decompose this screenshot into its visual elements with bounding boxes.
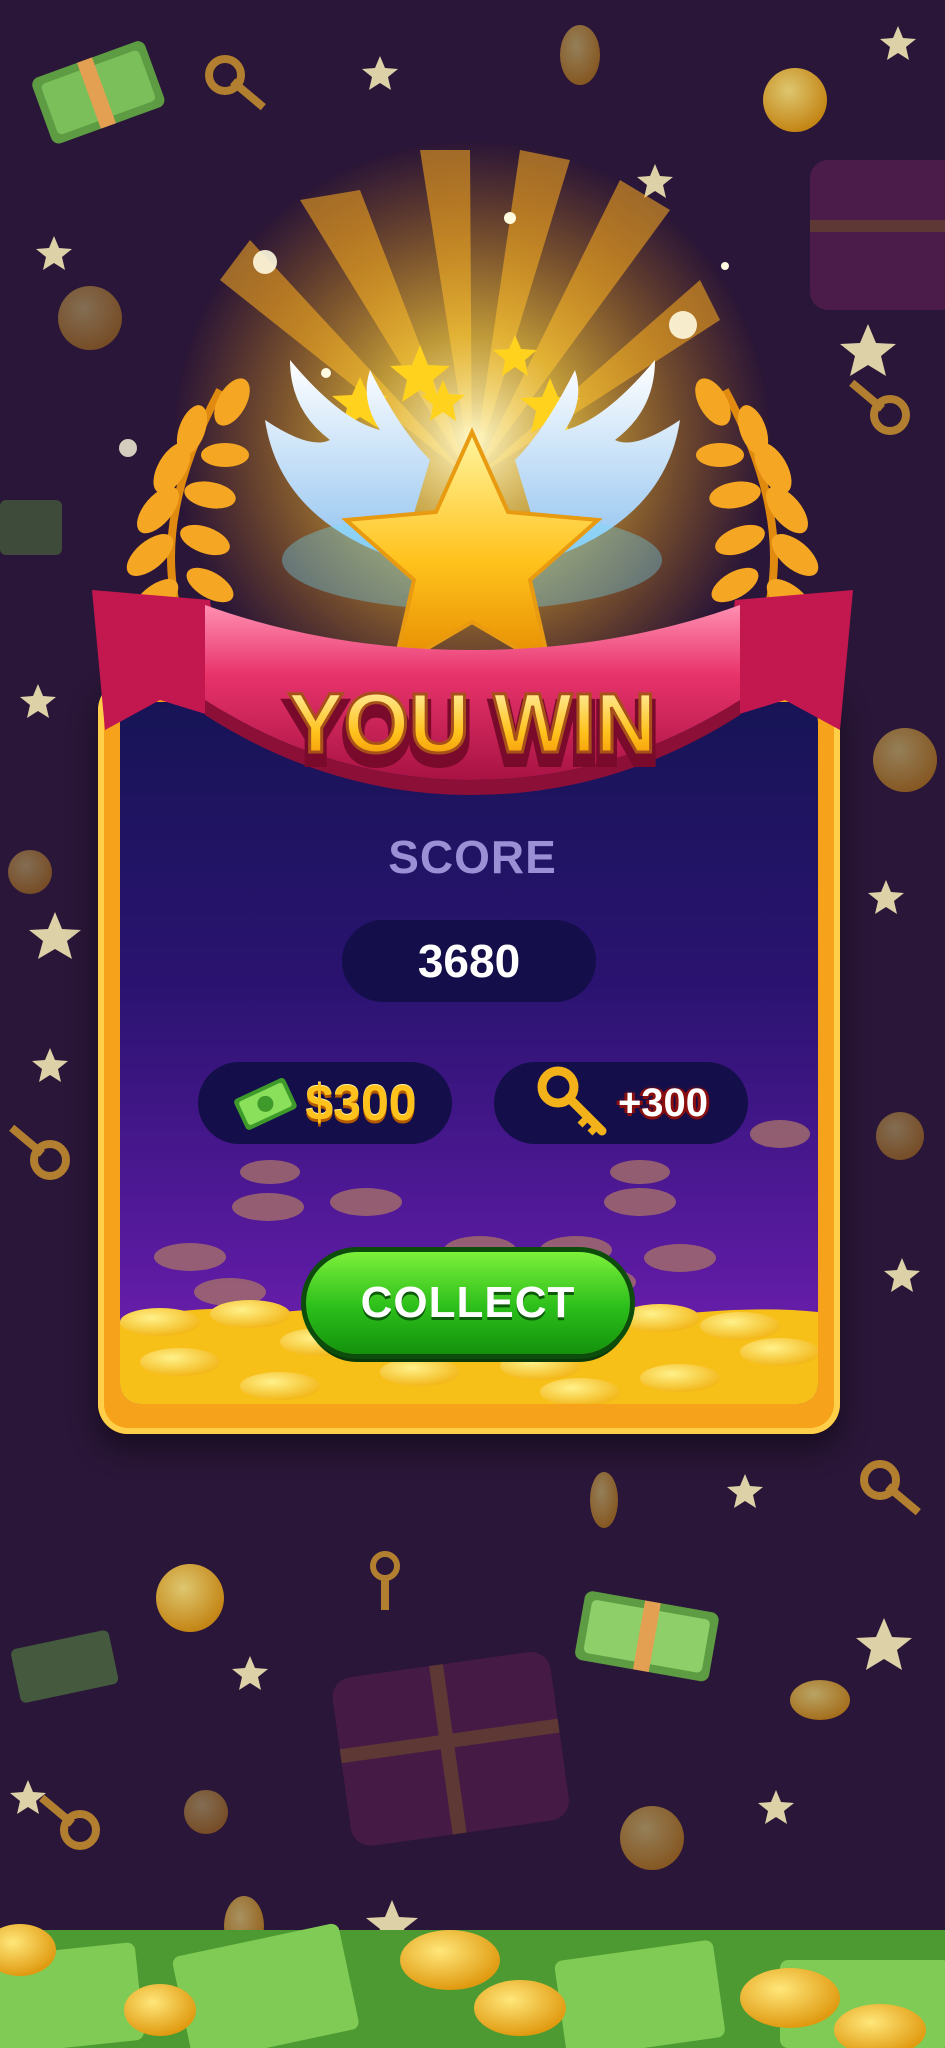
coin-icon	[876, 1112, 924, 1160]
key-reward: +300	[494, 1062, 748, 1144]
cash-amount: $300	[305, 1075, 417, 1131]
score-label: SCORE	[388, 831, 557, 883]
score-value: 3680	[342, 920, 596, 1002]
coin-icon	[184, 1790, 228, 1834]
coin-icon	[590, 1472, 618, 1528]
cash-reward: $300	[198, 1062, 452, 1144]
coin-icon	[156, 1564, 224, 1632]
coin-icon	[740, 1968, 840, 2028]
collect-button[interactable]: COLLECT	[306, 1252, 630, 1354]
treasure-chest-icon	[332, 1651, 569, 1846]
title-group: YOU WIN YOU WIN	[283, 675, 662, 786]
win-banner: YOU WIN YOU WIN	[92, 140, 853, 795]
cash-icon	[234, 1077, 298, 1130]
score-number: 3680	[417, 935, 521, 987]
coin-icon	[474, 1980, 566, 2036]
coin-icon	[400, 1930, 500, 1990]
collect-label: COLLECT	[360, 1278, 576, 1327]
coin-icon	[620, 1806, 684, 1870]
coin-icon	[124, 1984, 196, 2036]
key-icon	[537, 1066, 607, 1136]
key-amount: +300	[617, 1080, 709, 1125]
coin-icon	[790, 1680, 850, 1720]
title-text: YOU WIN	[288, 676, 657, 770]
